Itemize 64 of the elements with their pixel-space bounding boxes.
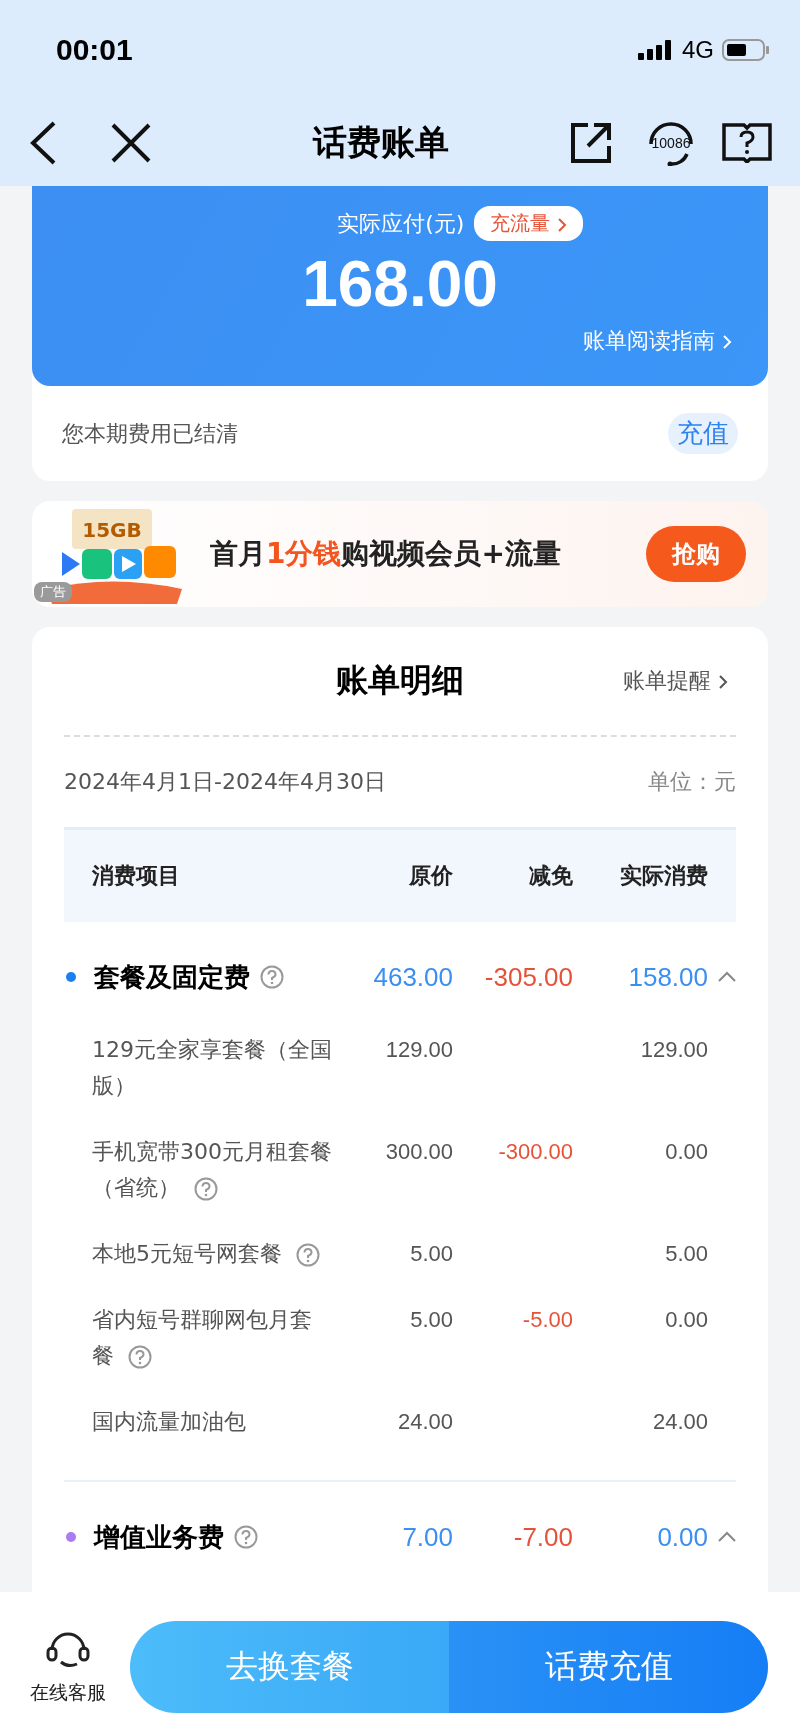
close-icon[interactable] [110, 122, 152, 164]
online-service-button[interactable]: 在线客服 [30, 1628, 106, 1706]
item-name: 国内流量加油包 [92, 1408, 247, 1436]
item-actual: 5.00 [664, 1240, 708, 1268]
item-name: 手机宽带300元月租套餐（省统） [92, 1138, 333, 1203]
column-header: 消费项目 [92, 862, 181, 890]
category-actual: 158.00 [627, 961, 708, 993]
help-icon[interactable] [296, 1243, 320, 1267]
category-name: 增值业务费 [94, 1520, 224, 1554]
recharge-fee-button[interactable]: 话费充值 [449, 1621, 768, 1713]
item-original: 300.00 [384, 1138, 453, 1166]
recharge-button[interactable]: 充值 [668, 413, 738, 454]
ad-tag: 广告 [34, 582, 72, 602]
category-discount: -7.00 [512, 1521, 573, 1553]
traffic-button[interactable]: 充流量 [474, 206, 583, 241]
item-discount: -5.00 [521, 1306, 573, 1334]
item-actual: 0.00 [664, 1306, 708, 1334]
unit-label: 单位：元 [648, 768, 736, 796]
buy-button[interactable]: 抢购 [646, 526, 746, 582]
category-original: 463.00 [372, 961, 453, 993]
billing-period: 2024年4月1日-2024年4月30日 [64, 768, 386, 796]
column-header: 原价 [408, 862, 453, 890]
help-icon[interactable] [194, 1177, 218, 1201]
page-title: 话费账单 [311, 121, 450, 164]
help-icon[interactable] [260, 965, 284, 989]
item-actual: 0.00 [664, 1138, 708, 1166]
item-original: 5.00 [409, 1306, 453, 1334]
item-name: 129元全家享套餐（全国版） [92, 1036, 333, 1100]
item-actual: 129.00 [639, 1036, 708, 1064]
item-original: 24.00 [396, 1408, 453, 1436]
detail-title: 账单明细 [336, 660, 464, 701]
column-header: 实际消费 [619, 862, 708, 890]
help-icon[interactable] [128, 1345, 152, 1369]
item-discount: -300.00 [497, 1138, 573, 1166]
help-icon[interactable] [234, 1525, 258, 1549]
column-header: 减免 [528, 862, 573, 890]
category-discount: -305.00 [483, 961, 573, 993]
status-time: 00:01 [56, 33, 133, 67]
chevron-right-icon [556, 216, 567, 233]
item-name: 省内短号群聊网包月套餐 [92, 1306, 313, 1371]
ad-banner[interactable]: 15GB 广告 首月 1分钱购视频会员+流量 抢购 [32, 501, 768, 607]
category-original: 7.00 [401, 1521, 453, 1553]
item-original: 5.00 [409, 1240, 453, 1268]
category-name: 套餐及固定费 [94, 960, 250, 994]
share-icon[interactable] [570, 122, 612, 164]
item-name: 本地5元短号网套餐 [92, 1236, 333, 1272]
category-actual: 0.00 [656, 1521, 708, 1553]
chevron-right-icon [722, 334, 732, 350]
settled-text: 您本期费用已结清 [62, 419, 238, 448]
customer-service-button[interactable]: 10086 [646, 120, 696, 166]
signal-icon [638, 40, 674, 60]
item-actual: 24.00 [651, 1408, 708, 1436]
item-original: 129.00 [384, 1036, 453, 1064]
help-book-icon[interactable] [722, 123, 772, 163]
amount-label: 实际应付(元) [337, 209, 465, 238]
change-plan-button[interactable]: 去换套餐 [130, 1621, 449, 1713]
amount-value: 168.00 [302, 247, 498, 321]
back-icon[interactable] [28, 120, 58, 166]
chevron-right-icon [718, 674, 728, 690]
bill-reminder-link[interactable]: 账单提醒 [623, 666, 728, 696]
network-type: 4G [682, 36, 714, 64]
battery-icon [722, 39, 770, 61]
guide-link[interactable]: 账单阅读指南 [583, 326, 732, 356]
ad-title: 首月 1分钱购视频会员+流量 [210, 536, 562, 572]
